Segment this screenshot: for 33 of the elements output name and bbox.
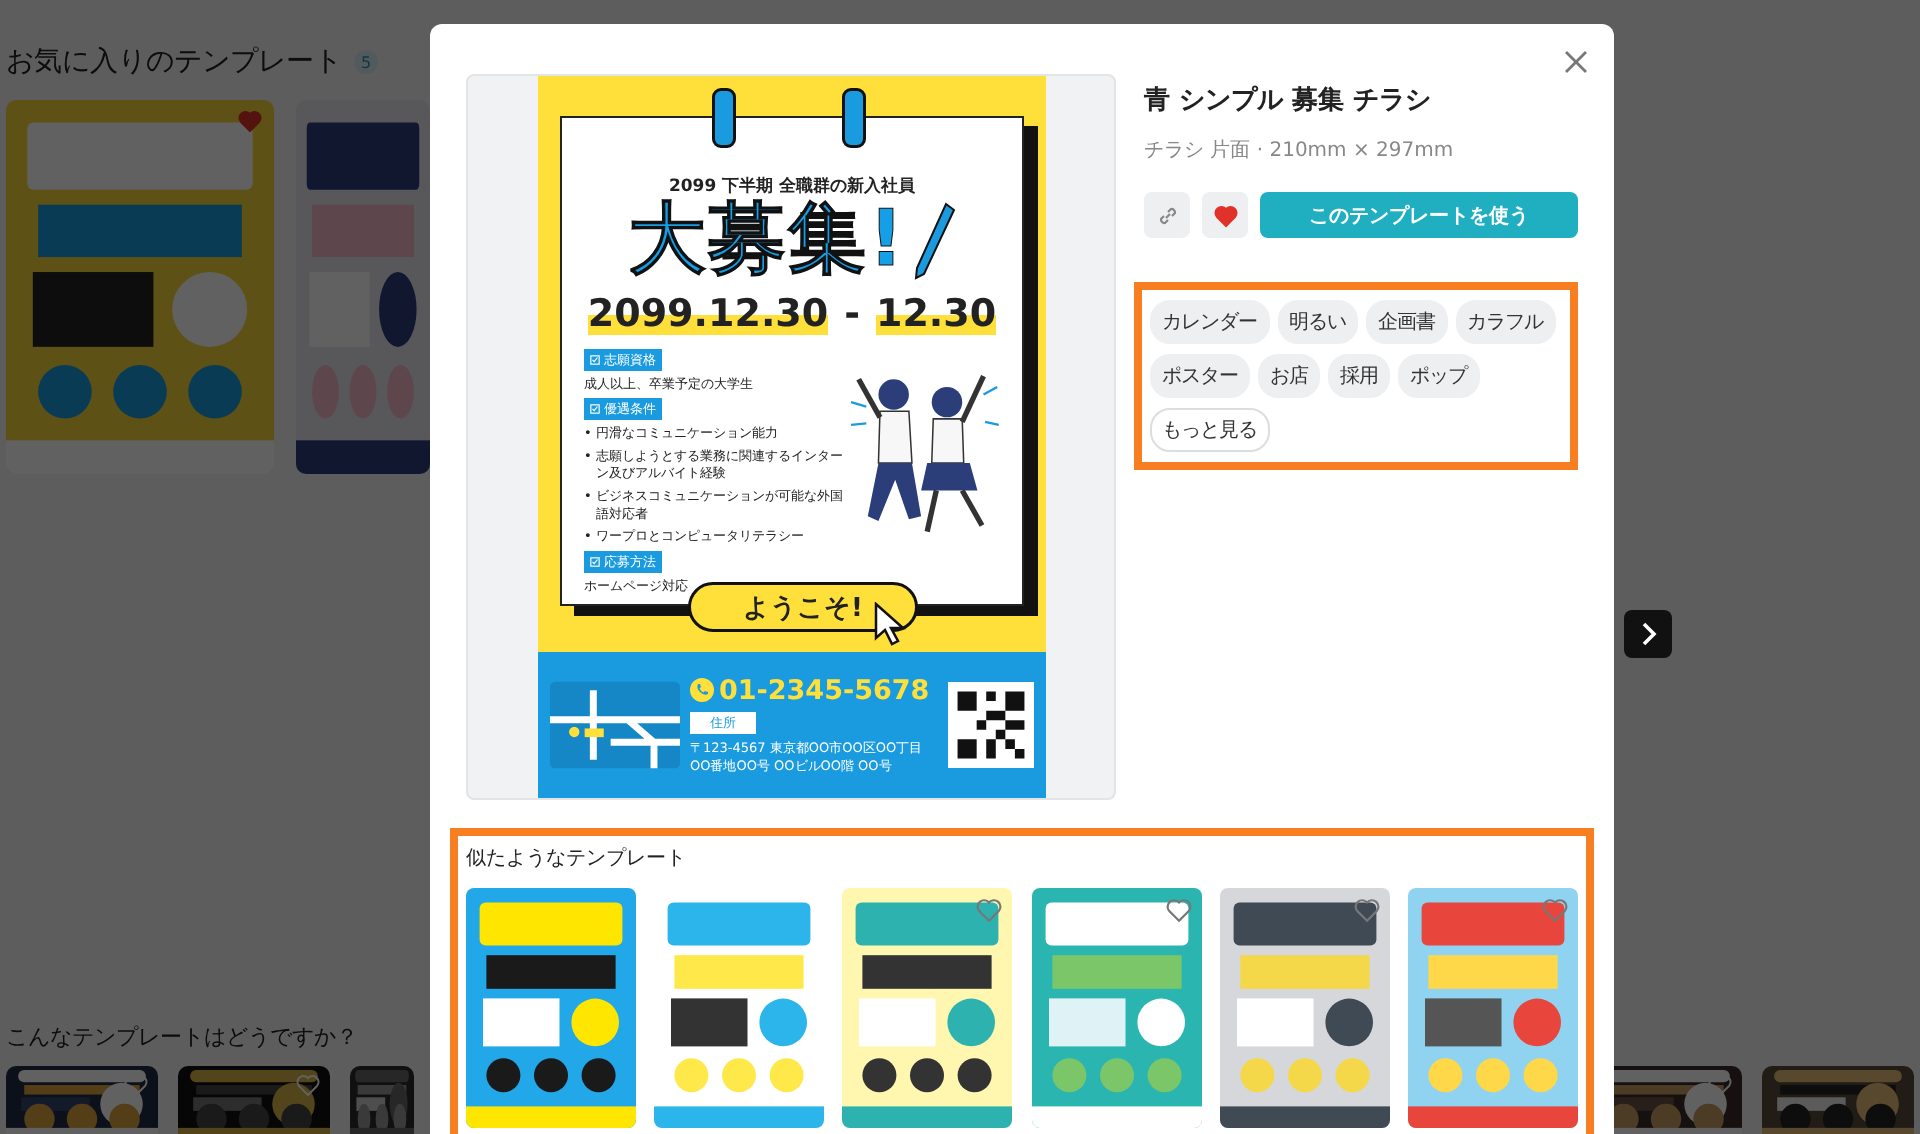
close-icon: [1562, 48, 1590, 76]
tag-chip[interactable]: カレンダー: [1150, 300, 1269, 344]
next-button[interactable]: [1624, 610, 1672, 658]
cursor-icon: [872, 602, 906, 646]
link-icon: [1155, 203, 1179, 227]
section-title: こんなテンプレートはどうですか？: [6, 1022, 360, 1052]
flyer-subheading: 2099 下半期 全職群の新入社員: [665, 174, 917, 197]
tag-chip[interactable]: 企画書: [1366, 300, 1447, 344]
tag-chip[interactable]: お店: [1258, 354, 1320, 398]
date-separator: -: [843, 290, 859, 335]
tag-chip[interactable]: 採用: [1328, 354, 1390, 398]
tag-chip[interactable]: ポスター: [1150, 354, 1250, 398]
chevron-right-icon: [1638, 622, 1658, 646]
count-badge: 5: [354, 50, 378, 74]
binder-ring-icon: [711, 88, 735, 148]
qr-code-icon: [947, 682, 1033, 768]
favorite-button[interactable]: [1202, 192, 1248, 238]
tag-chip[interactable]: ポップ: [1398, 354, 1479, 398]
close-button[interactable]: [1562, 48, 1590, 76]
template-size: チラシ 片面 · 210mm × 297mm: [1144, 137, 1456, 164]
section-title: 似たようなテンプレート: [466, 845, 688, 872]
tag-chip[interactable]: カラフル: [1455, 300, 1555, 344]
flyer-headline: 大募集!: [627, 197, 905, 283]
pencil-icon: [910, 199, 955, 280]
more-tags-button[interactable]: もっと見る: [1150, 408, 1269, 452]
phone-icon: [689, 678, 713, 703]
welcome-banner: ようこそ!: [687, 582, 917, 632]
tag-chip[interactable]: 明るい: [1277, 300, 1358, 344]
template-title: 青 シンプル 募集 チラシ: [1144, 83, 1434, 118]
binder-ring-icon: [841, 88, 865, 148]
copy-link-button[interactable]: [1144, 192, 1190, 238]
section-title: お気に入りのテンプレート: [6, 44, 342, 80]
phone-number: 01-2345-5678: [718, 674, 929, 706]
